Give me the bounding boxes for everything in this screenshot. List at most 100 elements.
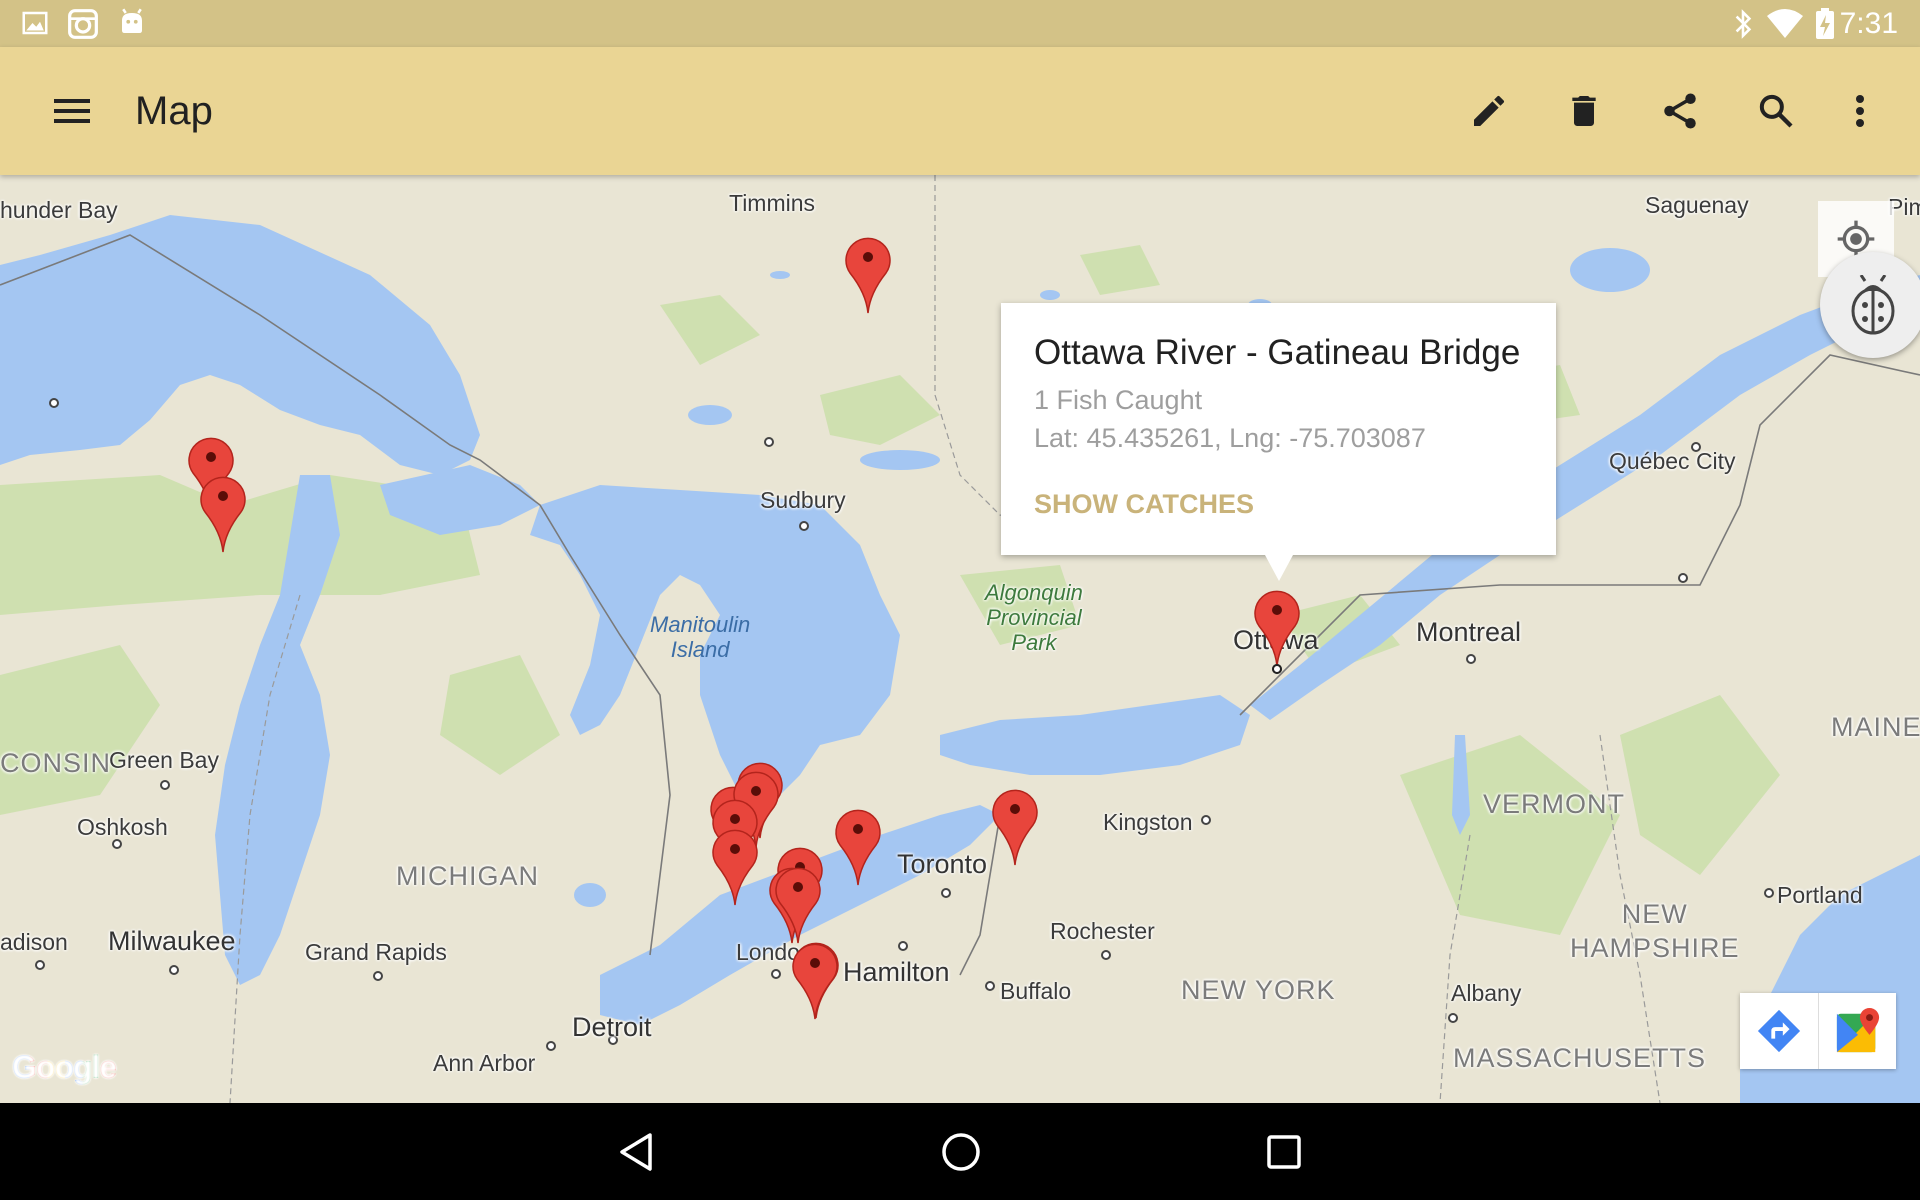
map-label: CONSIN [0,748,112,778]
city-dot [49,398,59,408]
more-options-button[interactable] [1832,83,1888,139]
menu-icon [54,99,90,123]
catch-marker[interactable] [711,825,759,907]
catch-marker[interactable] [774,863,822,945]
open-in-maps-button[interactable] [1818,993,1896,1069]
map-label: Albany [1451,980,1522,1006]
city-dot [1678,573,1688,583]
bluetooth-icon [1730,8,1756,45]
city-dot [985,981,995,991]
google-logo-text: Google [12,1049,117,1085]
map-label: Timmins [729,190,816,216]
map-label: NEW HAMPSHIRE [1570,899,1740,963]
search-icon [1759,94,1793,128]
map-label: Sudbury [760,487,846,513]
google-maps-icon [1836,1008,1879,1053]
info-window-title: Ottawa River - Gatineau Bridge [1034,333,1521,372]
catch-marker[interactable] [844,233,892,315]
navigation-bar [0,1103,1920,1200]
info-window-subtitle: 1 Fish Caught [1034,385,1203,415]
city-dot [1764,888,1774,898]
status-bar: 7:31 [0,0,1920,47]
home-icon [942,1133,980,1171]
back-icon [620,1133,652,1171]
directions-button[interactable] [1740,993,1818,1069]
selected-location-dot [1272,664,1282,674]
map-label: Detroit [572,1012,652,1042]
map-label: Algonquin Provincial Park [985,580,1083,655]
share-icon [1664,93,1696,129]
city-dot [169,965,179,975]
map-label: NEW YORK [1181,975,1336,1005]
status-time: 7:31 [1839,7,1898,40]
edit-icon [1474,95,1505,126]
map-label: Buffalo [1000,978,1072,1004]
catch-marker[interactable] [991,785,1039,867]
map-label: Toronto [897,849,988,879]
city-dot [799,521,809,531]
google-logo: Google [12,1049,117,1086]
city-dot [1201,815,1211,825]
catch-marker[interactable] [791,939,839,1021]
recents-icon [1267,1135,1301,1169]
city-dot [546,1041,556,1051]
map-label: Montreal [1416,617,1522,647]
city-dot [1466,654,1476,664]
page-title: Map [135,89,213,133]
delete-button[interactable] [1556,83,1612,139]
map-label: VERMONT [1483,789,1625,819]
map-label: MICHIGAN [396,861,539,891]
search-button[interactable] [1748,83,1804,139]
gallery-icon [20,8,50,43]
map-label: Portland [1777,882,1863,908]
marker-info-window[interactable]: Ottawa River - Gatineau Bridge 1 Fish Ca… [1001,303,1556,581]
map-view[interactable]: hunder Bay Timmins Saguenay Pim Sudbury … [0,175,1920,1103]
map-label: Hamilton [843,957,950,987]
bug-icon [1851,275,1895,335]
back-button[interactable] [611,1127,661,1177]
map-label: Ann Arbor [433,1050,536,1076]
map-label: Oshkosh [77,814,168,840]
city-dot [898,941,908,951]
map-label: Milwaukee [108,926,236,956]
battery-charging-icon [1814,8,1836,45]
info-window-coordinates: Lat: 45.435261, Lng: -75.703087 [1034,423,1426,453]
share-button[interactable] [1652,83,1708,139]
city-dot [771,969,781,979]
catch-marker[interactable] [199,472,247,554]
wifi-icon [1766,8,1804,45]
map-label: Saguenay [1645,192,1749,218]
menu-button[interactable] [44,83,100,139]
map-label: hunder Bay [0,197,118,223]
map-label: Green Bay [109,747,219,773]
map-label: MASSACHUSETTS [1453,1043,1707,1073]
catch-marker[interactable] [834,805,882,887]
city-dot [941,888,951,898]
map-label: Grand Rapids [305,939,447,965]
map-toolbar [1740,993,1896,1069]
android-icon [117,8,147,43]
bug-report-button[interactable] [1820,252,1920,358]
city-dot [160,780,170,790]
instagram-icon [67,8,99,45]
catch-marker-selected[interactable] [1253,586,1301,668]
directions-icon [1757,1009,1801,1053]
map-label: Manitoulin Island [650,612,751,662]
map-label: Québec City [1609,448,1736,474]
map-label: Kingston [1103,809,1193,835]
map-label: MAINE [1831,712,1920,742]
map-label: Rochester [1050,918,1155,944]
city-dot [1448,1013,1458,1023]
more-vert-icon [1856,95,1864,127]
delete-icon [1572,96,1596,126]
home-button[interactable] [936,1127,986,1177]
show-catches-button[interactable]: SHOW CATCHES [1034,489,1254,520]
app-bar: Map [0,47,1920,175]
city-dot [35,960,45,970]
city-dot [373,971,383,981]
city-dot [1101,950,1111,960]
map-label: adison [0,929,68,955]
recents-button[interactable] [1259,1127,1309,1177]
city-dot [764,437,774,447]
edit-button[interactable] [1461,83,1517,139]
